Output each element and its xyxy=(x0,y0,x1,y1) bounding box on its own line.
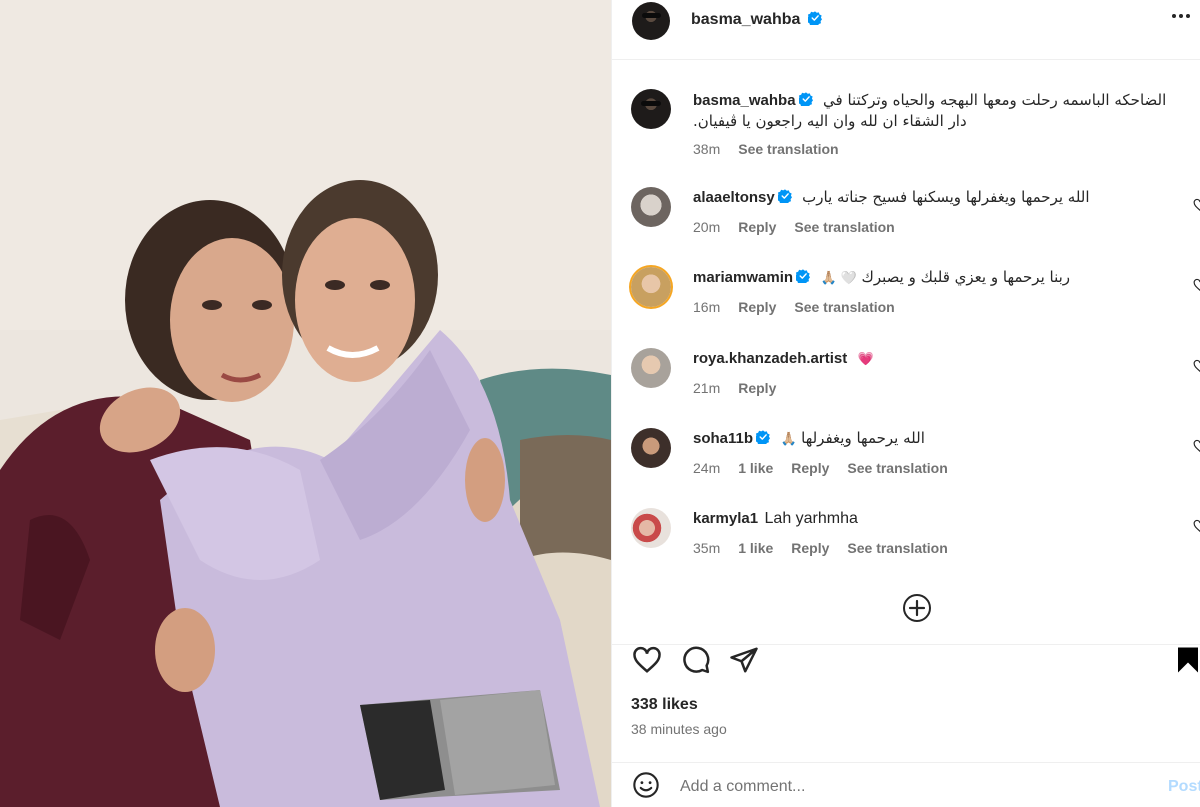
verified-badge-icon xyxy=(807,11,822,25)
comment-meta: 20m Reply See translation xyxy=(693,219,913,235)
verified-badge-icon xyxy=(798,92,813,106)
reply-button[interactable]: Reply xyxy=(738,299,776,315)
comment-time[interactable]: 24m xyxy=(693,460,720,476)
comment-time[interactable]: 20m xyxy=(693,219,720,235)
see-translation-button[interactable]: See translation xyxy=(847,540,947,556)
comment-username[interactable]: roya.khanzadeh.artist xyxy=(693,350,847,367)
comment-text: الله يرحمها ويغفرلها ويسكنها فسيح جناته … xyxy=(802,188,1090,206)
like-count[interactable]: 338 likes xyxy=(631,696,698,714)
comment-text: Lah yarhmha xyxy=(764,510,858,527)
comment-time[interactable]: 16m xyxy=(693,299,720,315)
comment-likes[interactable]: 1 like xyxy=(738,540,773,556)
comment-input[interactable] xyxy=(680,776,1140,798)
see-translation-button[interactable]: See translation xyxy=(794,299,894,315)
heart-icon[interactable] xyxy=(1193,439,1200,453)
comment-username[interactable]: karmyla1 xyxy=(693,510,758,527)
commenter-avatar[interactable] xyxy=(631,428,671,468)
author-avatar[interactable] xyxy=(632,2,670,40)
comment-meta: 21m Reply xyxy=(693,380,794,396)
share-icon[interactable] xyxy=(729,645,759,675)
reply-button[interactable]: Reply xyxy=(791,540,829,556)
caption-time[interactable]: 38m xyxy=(693,141,720,157)
comment-icon[interactable] xyxy=(681,645,711,675)
comment-text: ربنا يرحمها و يعزي قلبك و يصبرك xyxy=(861,268,1071,286)
comment-meta: 16m Reply See translation xyxy=(693,299,913,315)
commenter-avatar[interactable] xyxy=(631,348,671,388)
bookmark-icon[interactable] xyxy=(1173,645,1200,675)
post-timestamp[interactable]: 38 minutes ago xyxy=(631,721,727,737)
reply-button[interactable]: Reply xyxy=(738,219,776,235)
comment-likes[interactable]: 1 like xyxy=(738,460,773,476)
comment-username[interactable]: alaaeltonsy xyxy=(693,189,792,206)
heart-icon[interactable] xyxy=(632,645,662,675)
comment-meta: 35m 1 like Reply See translation xyxy=(693,540,966,556)
comment-text: الله يرحمها ويغفرلها xyxy=(801,429,925,447)
commenter-avatar[interactable] xyxy=(631,187,671,227)
see-translation-button[interactable]: See translation xyxy=(794,219,894,235)
caption-avatar[interactable] xyxy=(631,89,671,129)
heart-icon[interactable] xyxy=(1193,519,1200,533)
post-header: basma_wahba xyxy=(612,0,1200,60)
comment-emoji: 🙏🏼 🤍 xyxy=(820,271,858,286)
post-photo xyxy=(0,0,611,807)
plus-circle-icon[interactable] xyxy=(902,593,932,623)
reply-button[interactable]: Reply xyxy=(791,460,829,476)
post-comment-button[interactable]: Post xyxy=(1168,778,1200,796)
more-horizontal-icon[interactable] xyxy=(1169,4,1193,28)
add-comment-bar: Post xyxy=(612,762,1200,807)
verified-badge-icon xyxy=(777,189,792,203)
see-translation-button[interactable]: See translation xyxy=(847,460,947,476)
caption-username[interactable]: basma_wahba xyxy=(693,92,813,109)
post-image xyxy=(0,0,611,807)
smiley-icon[interactable] xyxy=(632,771,660,799)
post-side-panel: basma_wahba basma_wahba الضاحكه الباسمه … xyxy=(611,0,1200,807)
comment-time[interactable]: 21m xyxy=(693,380,720,396)
see-translation-button[interactable]: See translation xyxy=(738,141,838,157)
commenter-avatar[interactable] xyxy=(631,508,671,548)
verified-badge-icon xyxy=(756,430,771,444)
heart-icon[interactable] xyxy=(1193,198,1200,212)
author-username[interactable]: basma_wahba xyxy=(691,11,822,29)
comment-time[interactable]: 35m xyxy=(693,540,720,556)
heart-icon[interactable] xyxy=(1193,278,1200,292)
verified-badge-icon xyxy=(796,269,811,283)
caption-meta: 38m See translation xyxy=(693,141,857,157)
heart-icon[interactable] xyxy=(1193,359,1200,373)
commenter-avatar[interactable] xyxy=(631,267,671,307)
comments-list: basma_wahba الضاحكه الباسمه رحلت ومعها ا… xyxy=(612,61,1200,644)
comment-username[interactable]: soha11b xyxy=(693,430,771,447)
reply-button[interactable]: Reply xyxy=(738,380,776,396)
comment-emoji: 🙏🏼 xyxy=(780,432,797,447)
comment-meta: 24m 1 like Reply See translation xyxy=(693,460,966,476)
comment-emoji: 💗 xyxy=(857,352,874,367)
comment-username[interactable]: mariamwamin xyxy=(693,269,811,286)
